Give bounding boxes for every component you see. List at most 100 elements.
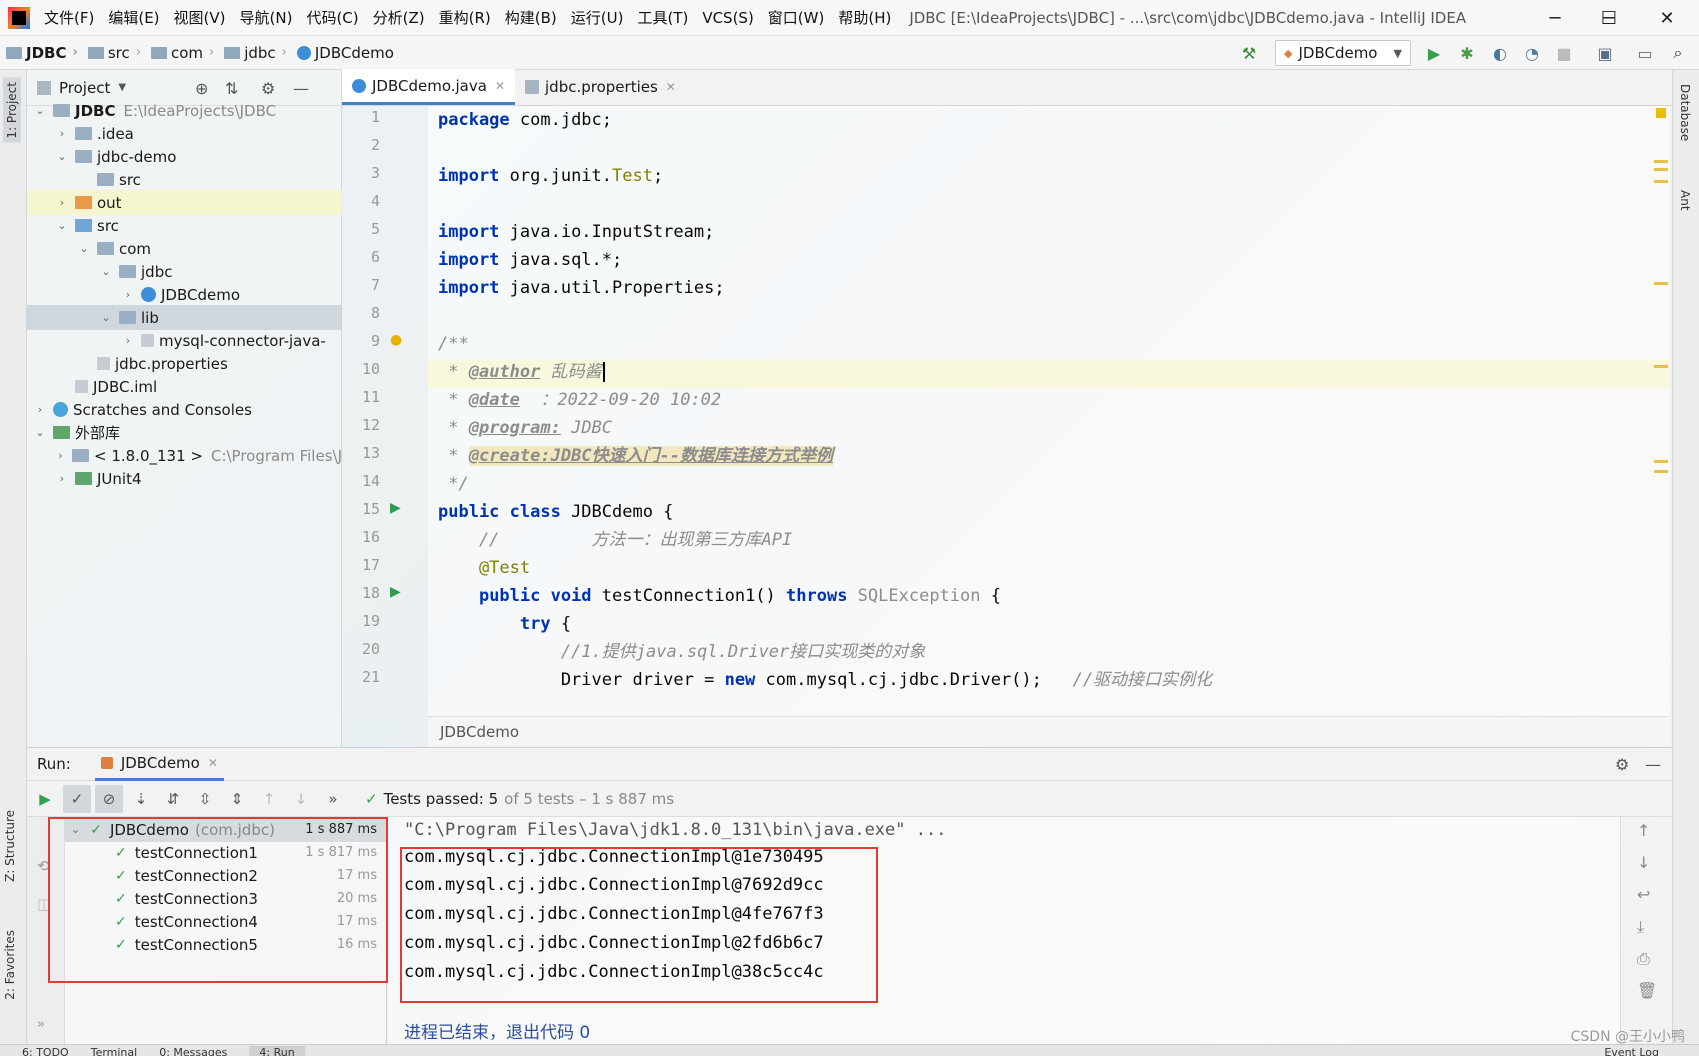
tree-node-jdbc-iml[interactable]: JDBC.iml (27, 374, 342, 399)
trash-icon[interactable]: 🗑 (1637, 981, 1657, 1000)
lightbulb-icon[interactable]: ● (390, 332, 402, 348)
print-icon[interactable]: ⎙ (1637, 949, 1650, 969)
coverage-icon[interactable]: ◐ (1491, 44, 1509, 63)
tree-node-external-libraries[interactable]: ⌄ 外部库 (27, 420, 342, 445)
run-tab-jdbcdemo[interactable]: JDBCdemo ✕ (94, 747, 224, 781)
show-passed-icon[interactable]: ✓ (63, 784, 91, 813)
menu-help[interactable]: 帮助(H) (838, 7, 891, 28)
previous-failed-icon[interactable]: ↑ (255, 785, 283, 813)
menu-navigate[interactable]: 导航(N) (240, 7, 293, 28)
tree-node-out[interactable]: › out (27, 190, 342, 215)
editor-breadcrumb-footer[interactable]: JDBCdemo (428, 716, 1670, 746)
next-failed-icon[interactable]: ↓ (287, 785, 315, 813)
menu-code[interactable]: 代码(C) (306, 7, 358, 28)
menu-view[interactable]: 视图(V) (174, 7, 226, 28)
tree-node-junit4[interactable]: › JUnit4 (27, 466, 342, 491)
breadcrumb-com[interactable]: com › (145, 44, 214, 62)
breadcrumb-jdbc[interactable]: jdbc › (218, 44, 287, 62)
warning-stripe-mark[interactable] (1654, 460, 1668, 463)
sort-duration-icon[interactable]: ⇵ (159, 785, 187, 813)
gear-icon[interactable]: ⚙ (1615, 755, 1629, 774)
more-icon[interactable]: » (37, 1017, 45, 1032)
locate-icon[interactable]: ⊕ (195, 79, 208, 98)
menu-file[interactable]: 文件(F) (44, 7, 94, 28)
run-configuration-select[interactable]: ◆ JDBCdemo ▼ (1275, 40, 1411, 66)
project-view-selector[interactable]: Project (59, 79, 110, 97)
terminal-icon[interactable]: ▭ (1636, 44, 1654, 63)
gear-icon[interactable]: ⚙ (261, 79, 275, 98)
close-icon[interactable]: ✕ (208, 756, 218, 770)
project-structure-icon[interactable]: ▣ (1596, 44, 1614, 63)
close-icon[interactable]: ✕ (495, 79, 505, 93)
tab-jdbc-properties[interactable]: jdbc.properties ✕ (515, 69, 686, 105)
scroll-to-end-icon[interactable]: ⤓ (1637, 917, 1644, 937)
debug-icon[interactable]: ✱ (1458, 44, 1476, 63)
tree-node-src[interactable]: ⌄ src (27, 213, 342, 238)
rerun-icon[interactable]: ▶ (31, 785, 59, 813)
more-icon[interactable]: » (319, 785, 347, 813)
messages-tool-tab[interactable]: 0: Messages (159, 1046, 227, 1056)
menu-analyze[interactable]: 分析(Z) (373, 7, 425, 28)
menu-window[interactable]: 窗口(W) (768, 7, 825, 28)
menu-build[interactable]: 构建(B) (505, 7, 557, 28)
tree-node-jdbc-root[interactable]: ⌄ JDBC E:\IdeaProjects\JDBC (27, 98, 342, 123)
hide-icon[interactable]: — (293, 79, 309, 98)
expand-all-icon[interactable]: ⇳ (191, 785, 219, 813)
terminal-tool-tab[interactable]: Terminal (91, 1046, 138, 1056)
hide-icon[interactable]: — (1645, 755, 1661, 774)
structure-tool-tab[interactable]: Z: Structure (3, 810, 17, 882)
show-ignored-icon[interactable]: ⊘ (95, 784, 123, 813)
profile-icon[interactable]: ◔ (1523, 44, 1541, 63)
scroll-up-icon[interactable]: ↑ (1637, 821, 1650, 840)
todo-tool-tab[interactable]: 6: TODO (22, 1046, 69, 1056)
warning-stripe-mark[interactable] (1654, 282, 1668, 285)
collapse-all-icon[interactable]: ⇅ (225, 79, 238, 98)
tree-node-mysql-connector[interactable]: › mysql-connector-java- (27, 328, 342, 353)
menu-refactor[interactable]: 重构(R) (439, 7, 491, 28)
breadcrumb-class[interactable]: JDBCdemo (291, 44, 394, 62)
inspection-status-icon[interactable] (1656, 108, 1666, 118)
warning-stripe-mark[interactable] (1654, 160, 1668, 163)
menu-edit[interactable]: 编辑(E) (108, 7, 159, 28)
warning-stripe-mark[interactable] (1654, 470, 1668, 473)
maximize-window-button[interactable]: ☐ (1582, 0, 1636, 36)
tree-node-scratches[interactable]: › Scratches and Consoles (27, 397, 342, 422)
stop-icon[interactable]: ■ (1555, 44, 1573, 63)
warning-stripe-mark[interactable] (1654, 365, 1668, 368)
run-test-gutter-icon[interactable]: ▶ (390, 584, 401, 600)
tab-jdbcdemo-java[interactable]: JDBCdemo.java ✕ (342, 69, 516, 105)
collapse-all-icon[interactable]: ⇕ (223, 785, 251, 813)
tree-node-jdbc-properties[interactable]: jdbc.properties (27, 351, 342, 376)
close-icon[interactable]: ✕ (666, 80, 676, 94)
menu-run[interactable]: 运行(U) (571, 7, 624, 28)
run-icon[interactable]: ▶ (1425, 44, 1443, 63)
warning-stripe-mark[interactable] (1654, 168, 1668, 171)
tree-node-jdbc-demo[interactable]: ⌄ jdbc-demo (27, 144, 342, 169)
minimize-window-button[interactable]: ─ (1528, 0, 1582, 36)
run-test-gutter-icon[interactable]: ▶ (390, 500, 401, 516)
project-tool-tab[interactable]: 1: Project (3, 78, 21, 143)
scroll-down-icon[interactable]: ↓ (1637, 853, 1650, 872)
ant-tool-tab[interactable]: Ant (1678, 190, 1692, 211)
sort-alpha-icon[interactable]: ⇣ (127, 785, 155, 813)
search-icon[interactable]: ⌕ (1669, 43, 1687, 62)
event-log-tab[interactable]: Event Log (1604, 1046, 1659, 1056)
code-editor[interactable]: package com.jdbc; import org.junit.Test;… (428, 106, 1670, 716)
tree-node-jdbc-package[interactable]: ⌄ jdbc (27, 259, 342, 284)
warning-stripe-mark[interactable] (1654, 180, 1668, 183)
chevron-down-icon[interactable]: ▼ (118, 82, 126, 93)
menu-vcs[interactable]: VCS(S) (702, 9, 753, 27)
tree-node-lib[interactable]: ⌄ lib (27, 305, 342, 330)
tree-node-jdbcdemo-class[interactable]: › JDBCdemo (27, 282, 342, 307)
tree-node-com[interactable]: ⌄ com (27, 236, 342, 261)
close-window-button[interactable]: ✕ (1640, 0, 1694, 36)
breadcrumb-src[interactable]: src › (82, 44, 141, 62)
tree-node-src-nested[interactable]: src (27, 167, 342, 192)
tree-node-idea[interactable]: › .idea (27, 121, 342, 146)
soft-wrap-icon[interactable]: ↩ (1637, 885, 1650, 904)
run-tool-tab[interactable]: 4: Run (249, 1046, 305, 1056)
tree-node-jdk[interactable]: › < 1.8.0_131 > C:\Program Files\J (27, 443, 342, 468)
build-hammer-icon[interactable]: ⚒ (1240, 44, 1258, 63)
database-tool-tab[interactable]: Database (1678, 84, 1692, 141)
breadcrumb-project[interactable]: JDBC › (0, 44, 78, 62)
